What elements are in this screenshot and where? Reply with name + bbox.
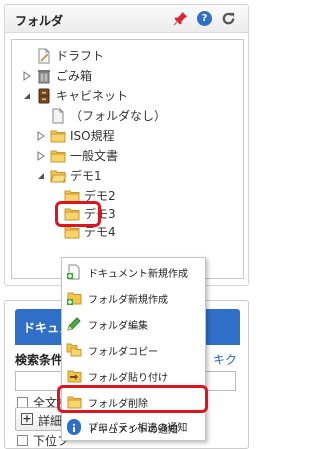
- tree-label-demo1: デモ1: [70, 169, 102, 183]
- tree-node-cabinet[interactable]: キャビネット: [22, 86, 128, 106]
- help-icon[interactable]: ?: [197, 11, 212, 26]
- draft-document-icon: [38, 48, 50, 64]
- plus-icon: +: [21, 412, 33, 425]
- tree-node-trash[interactable]: ごみ箱: [22, 66, 92, 86]
- pin-icon[interactable]: [173, 11, 188, 26]
- menu-item-edit-folder[interactable]: フォルダ編集: [62, 311, 205, 337]
- expand-arrow-icon[interactable]: [36, 131, 46, 141]
- tree-label-no-folder: （フォルダなし）: [70, 109, 167, 123]
- info-icon: [67, 421, 81, 435]
- tree-node-demo1[interactable]: デモ1: [36, 166, 102, 186]
- tree-label-trash: ごみ箱: [56, 69, 93, 83]
- menu-item-label: ドキュメント新規作成: [88, 268, 188, 280]
- folder-tree: ドラフト ごみ箱 キャビネット （フォルダなし） ISO規程 一般文書 デモ1 …: [11, 39, 244, 279]
- new-document-icon: [67, 264, 80, 280]
- folder-copy-icon: [66, 343, 82, 357]
- tree-node-iso[interactable]: ISO規程: [36, 126, 115, 146]
- expand-arrow-icon[interactable]: [36, 151, 46, 161]
- new-folder-icon: [67, 292, 82, 305]
- detail-button-label: 詳細: [38, 414, 63, 428]
- folder-icon: [50, 130, 66, 143]
- menu-item-new-folder[interactable]: フォルダ新規作成: [62, 285, 205, 311]
- folder-panel: フォルダ ? ドラフト ごみ箱 キャビネット （フォルダなし） ISO規程 一般…: [4, 4, 249, 286]
- search-conditions-label: 検索条件: [15, 353, 64, 367]
- tree-label-draft: ドラフト: [56, 49, 105, 63]
- tree-node-general-docs[interactable]: 一般文書: [36, 146, 118, 166]
- folder-panel-header: フォルダ ?: [5, 5, 248, 33]
- refresh-icon[interactable]: [221, 11, 236, 26]
- highlight-box-demo4: [55, 201, 101, 227]
- folder-open-icon: [50, 170, 66, 183]
- menu-item-label: フォルダコピー: [88, 346, 158, 358]
- collapse-arrow-icon[interactable]: [36, 171, 46, 181]
- folder-icon: [50, 150, 66, 163]
- cabinet-icon: [38, 88, 50, 104]
- menu-item-new-document[interactable]: ドキュメント新規作成: [62, 259, 205, 285]
- folder-paste-icon: [67, 370, 82, 383]
- tree-node-no-folder[interactable]: （フォルダなし）: [50, 106, 166, 126]
- expand-arrow-icon[interactable]: [22, 71, 32, 81]
- tree-label-general-docs: 一般文書: [70, 149, 119, 163]
- menu-item-label: フォルダ新規作成: [88, 294, 168, 306]
- menu-item-label: ドキュメントの通知: [88, 424, 178, 436]
- document-icon: [52, 108, 64, 124]
- subfolder-checkbox[interactable]: [17, 435, 28, 446]
- menu-item-label: フォルダ貼り付け: [88, 372, 168, 384]
- panel-title: フォルダ: [15, 14, 64, 28]
- collapse-arrow-icon[interactable]: [22, 91, 32, 101]
- menu-item-notify-document[interactable]: ドキュメントの通知: [62, 416, 205, 440]
- highlight-box-menu-item: [57, 385, 208, 413]
- edit-pencil-icon: [67, 317, 81, 331]
- menu-item-copy-folder[interactable]: フォルダコピー: [62, 337, 205, 363]
- tree-label-iso: ISO規程: [70, 129, 115, 143]
- context-menu: ドキュメント新規作成 フォルダ新規作成 フォルダ編集 フォルダコピー フォルダ貼…: [61, 257, 206, 441]
- tree-label-cabinet: キャビネット: [56, 89, 129, 103]
- trash-icon: [38, 70, 50, 84]
- tree-node-draft[interactable]: ドラフト: [36, 46, 104, 66]
- menu-item-label: フォルダ編集: [88, 320, 148, 332]
